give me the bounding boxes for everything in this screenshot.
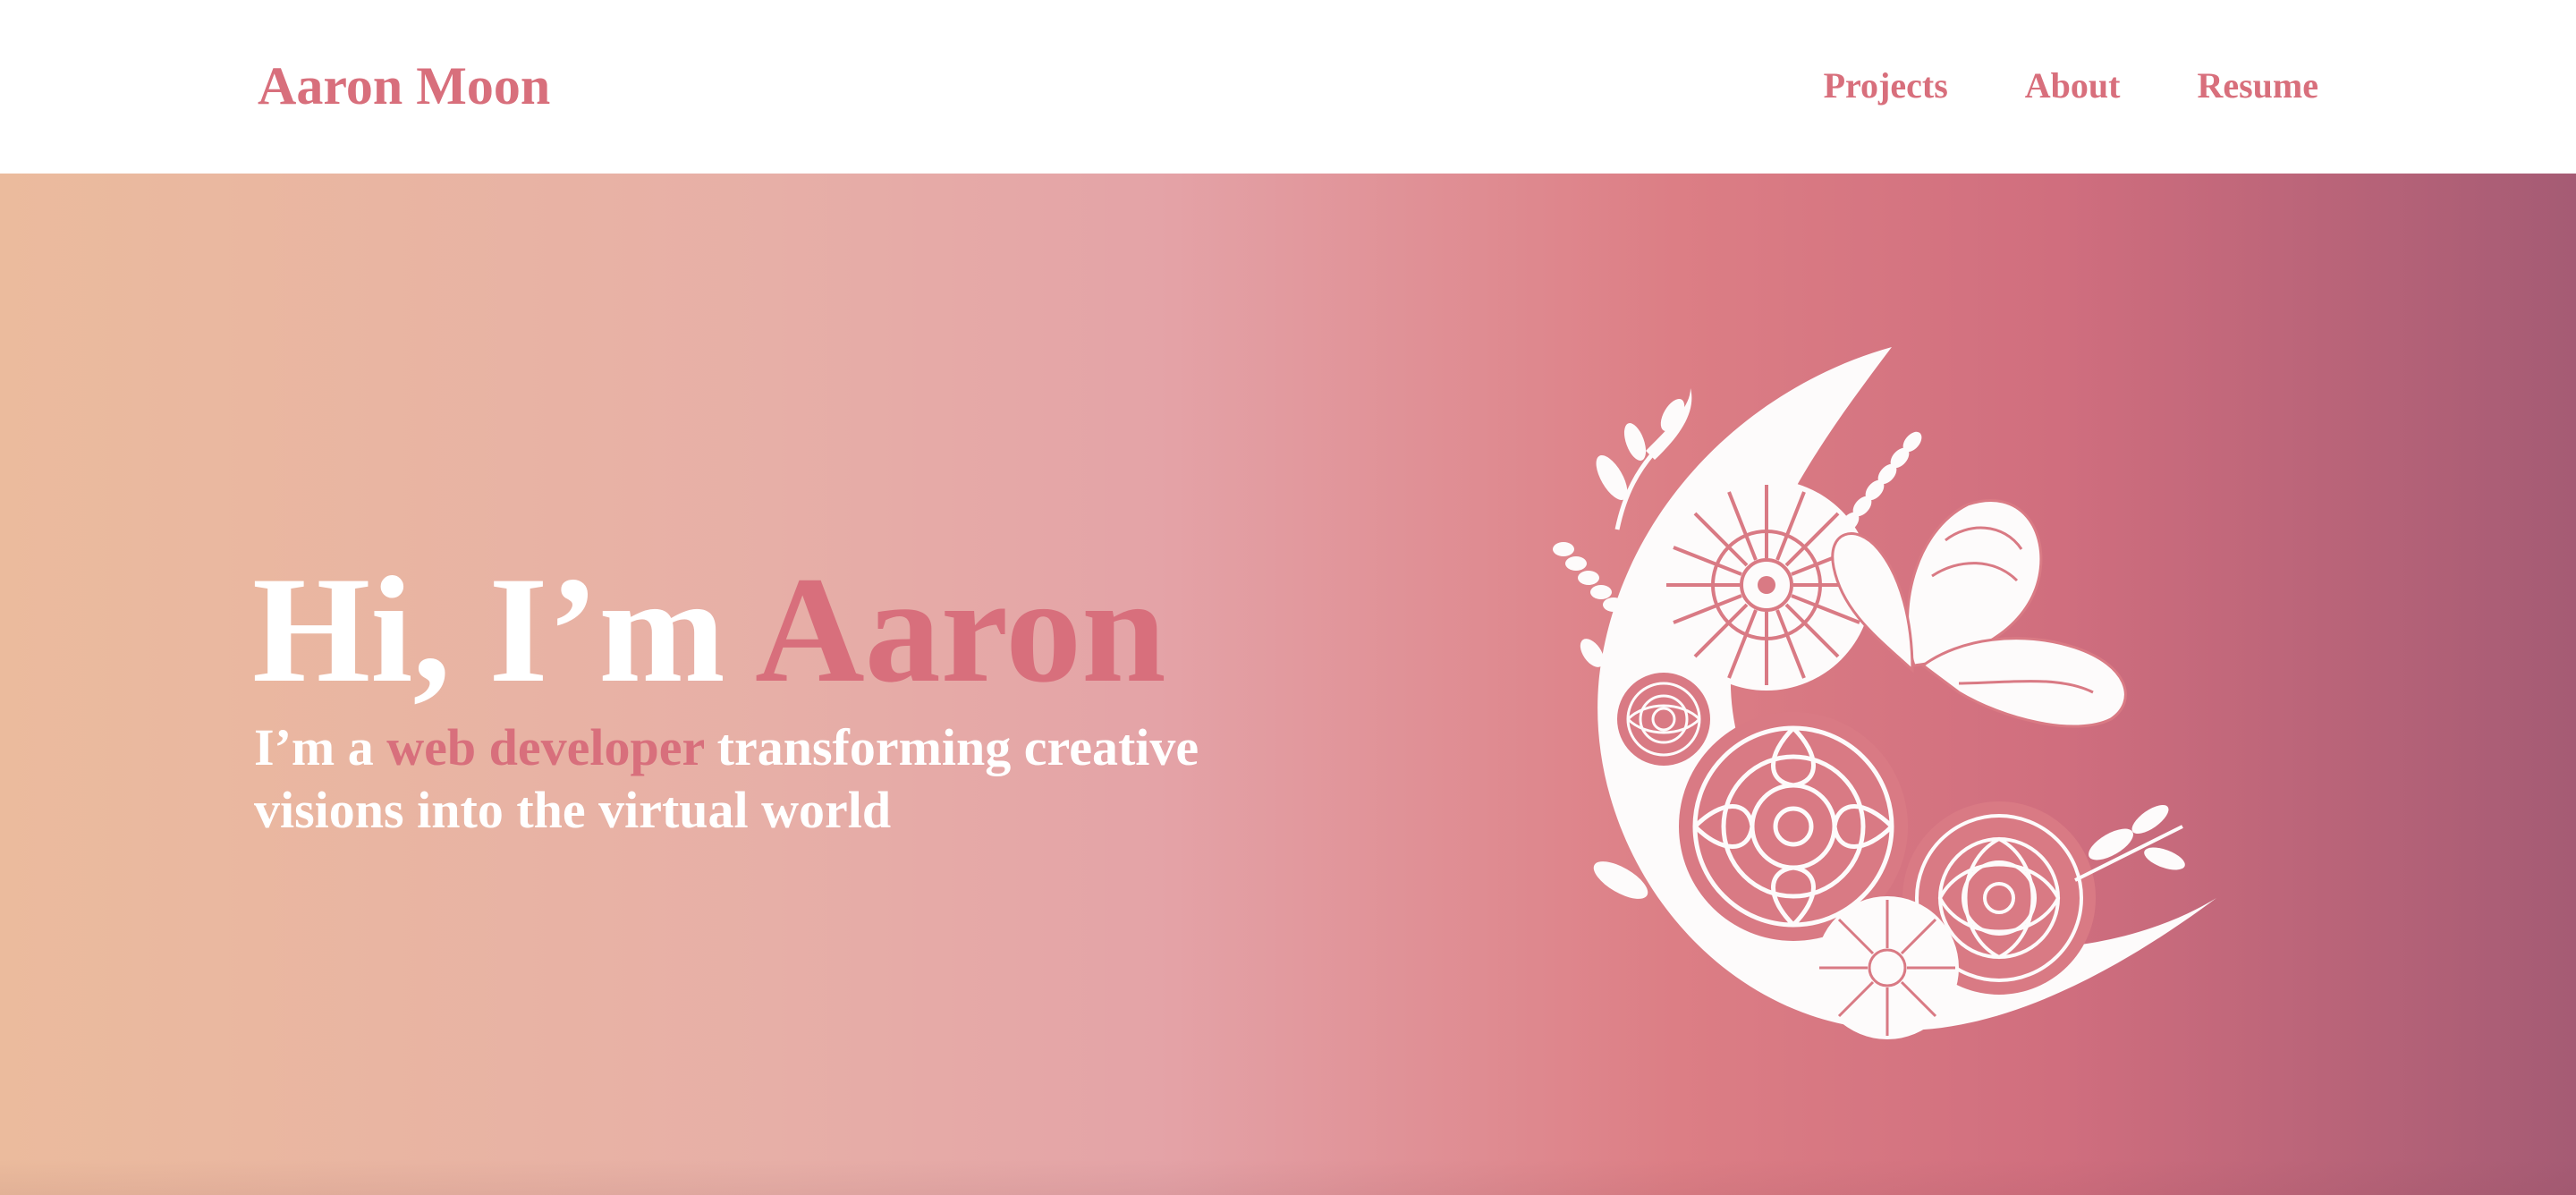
top-navbar: Aaron Moon Projects About Resume <box>0 0 2576 174</box>
hero-headline: Hi, I’m Aaron <box>252 554 1166 706</box>
small-rose-icon <box>1617 673 1710 766</box>
moon-with-flowers-and-butterfly-illustration <box>1553 347 2216 1039</box>
lavender-sprig-top-icon <box>1840 431 1922 533</box>
nav-links: Projects About Resume <box>1824 50 2318 122</box>
brand-logo-link[interactable]: Aaron Moon <box>258 50 550 122</box>
nav-link-about[interactable]: About <box>2025 50 2121 122</box>
butterfly-icon <box>1831 499 2127 728</box>
leaf-sprig-right-icon <box>2074 804 2185 882</box>
nav-link-resume[interactable]: Resume <box>2197 50 2318 122</box>
hero-section: Hi, I’m Aaron I’m a web developer transf… <box>0 174 2576 1195</box>
tagline-prefix: I’m a <box>254 718 387 776</box>
nav-link-projects[interactable]: Projects <box>1824 50 1948 122</box>
tagline-role: web developer <box>386 718 705 776</box>
hero-greeting: Hi, I’m <box>252 546 755 714</box>
bottom-starburst-flower-icon <box>1816 896 1959 1039</box>
hero-tagline: I’m a web developer transforming creativ… <box>254 716 1309 842</box>
hero-name: Aaron <box>754 546 1166 714</box>
